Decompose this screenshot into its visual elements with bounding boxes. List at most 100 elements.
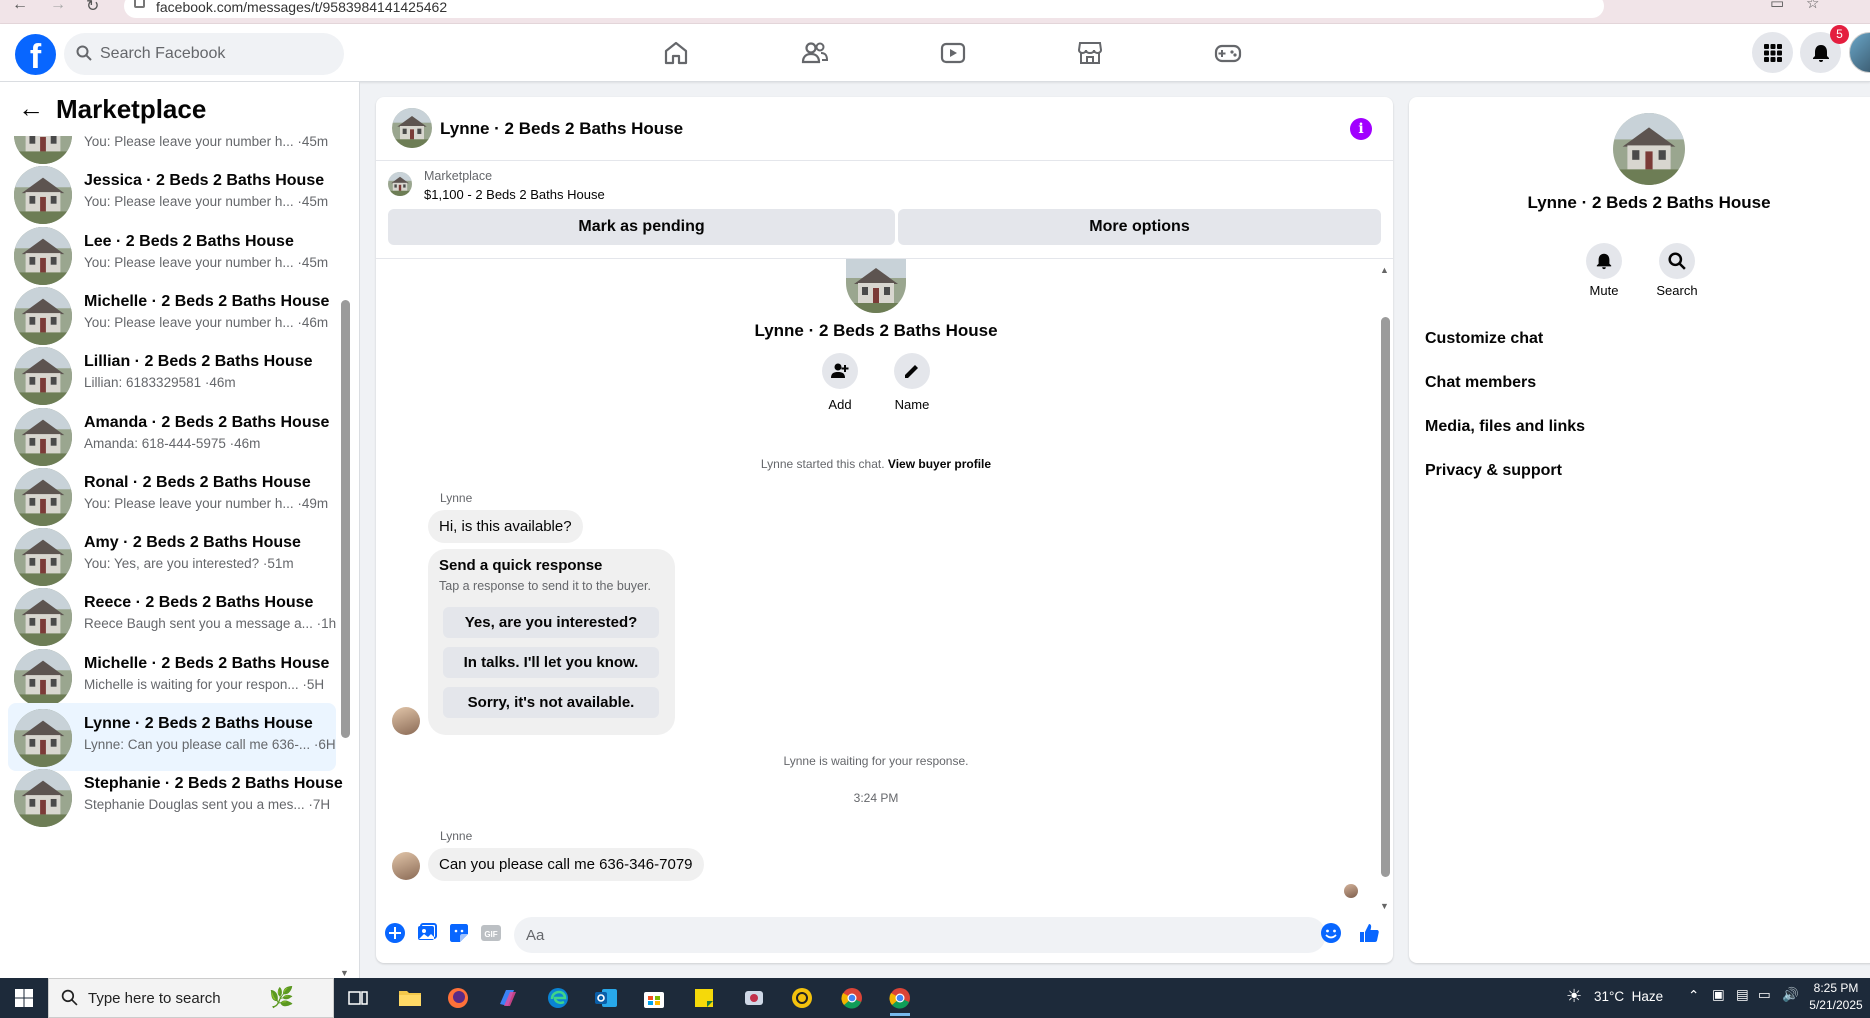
info-icon[interactable]: i — [1350, 118, 1372, 140]
conversation-item[interactable]: Amanda · 2 Beds 2 Baths House Amanda: 618… — [8, 402, 336, 470]
address-bar[interactable]: facebook.com/messages/t/9583984141425462 — [124, 0, 1604, 18]
conversation-item[interactable]: Ronal · 2 Beds 2 Baths House You: Please … — [8, 462, 336, 530]
conversation-item[interactable]: Michelle · 2 Beds 2 Baths House Michelle … — [8, 643, 336, 711]
chat-avatar[interactable] — [392, 108, 432, 148]
marketplace-nav[interactable] — [1034, 28, 1146, 78]
conversation-item[interactable]: Lillian · 2 Beds 2 Baths House Lillian: 6… — [8, 341, 336, 409]
site-info-icon[interactable] — [134, 0, 145, 8]
house-photo-icon — [388, 172, 412, 196]
quick-response-option[interactable]: Sorry, it's not available. — [443, 687, 659, 718]
edit-name-button[interactable] — [894, 353, 930, 389]
gif-icon[interactable]: GIF — [480, 922, 502, 944]
emoji-icon[interactable] — [1320, 922, 1342, 944]
tray-app-icon[interactable]: ▣ — [1712, 987, 1725, 1007]
gaming-nav[interactable] — [1172, 28, 1284, 78]
home-nav[interactable] — [620, 28, 732, 78]
media-files-links-section[interactable]: Media, files and links⌄ — [1425, 409, 1870, 445]
conversation-item[interactable]: Jessica · 2 Beds 2 Baths House You: Pleas… — [8, 160, 336, 228]
scrollbar-thumb[interactable] — [341, 300, 350, 738]
details-avatar[interactable] — [1613, 113, 1685, 185]
taskbar-search[interactable]: Type here to search 🌿 — [48, 978, 334, 1018]
security-icon[interactable]: ▤ — [1736, 987, 1749, 1007]
notifications-button[interactable]: 5 — [1800, 25, 1849, 73]
taskbar-clock[interactable]: 8:25 PM 5/21/2025 — [1804, 980, 1868, 1014]
search-box[interactable] — [64, 33, 344, 75]
add-person-button[interactable] — [822, 353, 858, 389]
chrome-app[interactable] — [834, 982, 870, 1014]
house-photo-icon — [14, 166, 72, 225]
volume-icon[interactable]: 🔊 — [1782, 987, 1799, 1007]
conversation-item[interactable]: Lynne · 2 Beds 2 Baths House Lynne: Can y… — [8, 703, 336, 771]
forward-arrow-icon[interactable]: → — [50, 0, 66, 14]
thumbs-up-icon[interactable] — [1358, 922, 1380, 944]
conversation-item[interactable]: Stephanie · 2 Beds 2 Baths House Stephani… — [8, 763, 343, 831]
conversation-snippet: You: Yes, are you interested? ·51m — [84, 556, 294, 572]
copilot-icon — [500, 990, 516, 1006]
mark-pending-button[interactable]: Mark as pending — [388, 209, 895, 245]
listing-price[interactable]: $1,100 - 2 Beds 2 Baths House — [424, 187, 605, 202]
reload-icon[interactable]: ↻ — [86, 0, 99, 16]
conversation-item[interactable]: Michelle · 2 Beds 2 Baths House You: Plea… — [8, 281, 336, 349]
message-bubble[interactable]: Can you please call me 636-346-7079 — [428, 848, 704, 881]
firefox-app[interactable] — [440, 982, 476, 1014]
video-nav[interactable] — [897, 28, 1009, 78]
privacy-support-section[interactable]: Privacy & support⌄ — [1425, 453, 1870, 489]
cast-icon[interactable]: ▭ — [1770, 0, 1784, 12]
message-input[interactable] — [514, 917, 1326, 953]
friends-nav[interactable] — [759, 28, 871, 78]
snipping-tool-app[interactable] — [736, 982, 772, 1014]
sender-avatar[interactable] — [392, 707, 420, 735]
sticky-notes-app[interactable] — [686, 982, 722, 1014]
edge-app[interactable] — [540, 982, 576, 1014]
conversation-item[interactable]: Reece · 2 Beds 2 Baths House Reece Baugh … — [8, 582, 336, 650]
back-arrow-icon[interactable]: ← — [12, 0, 28, 14]
sidebar-scrollbar[interactable]: ▲ ▼ — [339, 122, 351, 978]
search-input[interactable] — [100, 33, 335, 75]
house-photo-icon — [14, 709, 72, 767]
quick-response-option[interactable]: Yes, are you interested? — [443, 607, 659, 638]
sender-avatar[interactable] — [392, 852, 420, 880]
sticker-icon[interactable] — [448, 922, 470, 944]
file-explorer-app[interactable] — [392, 982, 428, 1014]
search-label: Search — [1656, 283, 1698, 298]
taskbar-search-placeholder: Type here to search — [88, 990, 221, 1007]
facebook-logo-icon[interactable]: f — [15, 34, 56, 76]
profile-avatar[interactable] — [1849, 32, 1870, 73]
message-bubble[interactable]: Hi, is this available? — [428, 510, 583, 543]
view-buyer-profile-link[interactable]: View buyer profile — [888, 457, 991, 471]
microsoft-store-app[interactable] — [636, 982, 672, 1014]
weather-widget[interactable]: ☀ 31°C Haze — [1562, 978, 1672, 1018]
listing-thumbnail[interactable] — [388, 172, 412, 196]
windows-start-button[interactable] — [0, 978, 48, 1018]
conversation-thumbnail — [14, 648, 72, 707]
tray-chevron-icon[interactable]: ⌃ — [1688, 988, 1699, 1008]
house-photo-icon — [14, 528, 72, 587]
search-conversation-button[interactable] — [1659, 243, 1695, 279]
weather-icon: ☀ — [1566, 986, 1583, 1006]
back-arrow-icon[interactable]: ← — [18, 95, 44, 121]
plus-circle-icon[interactable] — [384, 922, 406, 944]
scroll-up-icon[interactable]: ▲ — [1380, 265, 1389, 275]
network-icon[interactable]: ▭ — [1758, 987, 1771, 1007]
photo-icon[interactable] — [416, 922, 438, 944]
copilot-app[interactable] — [490, 982, 526, 1014]
menu-button[interactable] — [1752, 32, 1793, 73]
outlook-app[interactable] — [588, 982, 624, 1014]
mute-button[interactable] — [1586, 243, 1622, 279]
chat-title[interactable]: Lynne · 2 Beds 2 Baths House — [440, 119, 683, 139]
task-view-button[interactable] — [340, 982, 376, 1014]
customize-chat-section[interactable]: Customize chat⌄ — [1425, 321, 1870, 357]
scroll-down-icon[interactable]: ▼ — [340, 968, 349, 978]
quick-response-option[interactable]: In talks. I'll let you know. — [443, 647, 659, 678]
bookmark-star-icon[interactable]: ☆ — [1806, 0, 1819, 12]
chat-members-section[interactable]: Chat members⌄ — [1425, 365, 1870, 401]
scrollbar-thumb[interactable] — [1381, 317, 1390, 877]
conversation-item[interactable]: Amy · 2 Beds 2 Baths House You: Yes, are … — [8, 522, 336, 590]
chat-app[interactable] — [784, 982, 820, 1014]
conversation-snippet: Reece Baugh sent you a message a... ·1h — [84, 616, 337, 632]
chat-header: Lynne · 2 Beds 2 Baths House i — [376, 97, 1393, 161]
more-options-button[interactable]: More options — [898, 209, 1381, 245]
conversation-item[interactable]: Lee · 2 Beds 2 Baths House You: Please le… — [8, 221, 336, 289]
chat-scrollbar[interactable]: ▲ ▼ — [1379, 263, 1391, 911]
chrome-app-active[interactable] — [882, 982, 918, 1016]
